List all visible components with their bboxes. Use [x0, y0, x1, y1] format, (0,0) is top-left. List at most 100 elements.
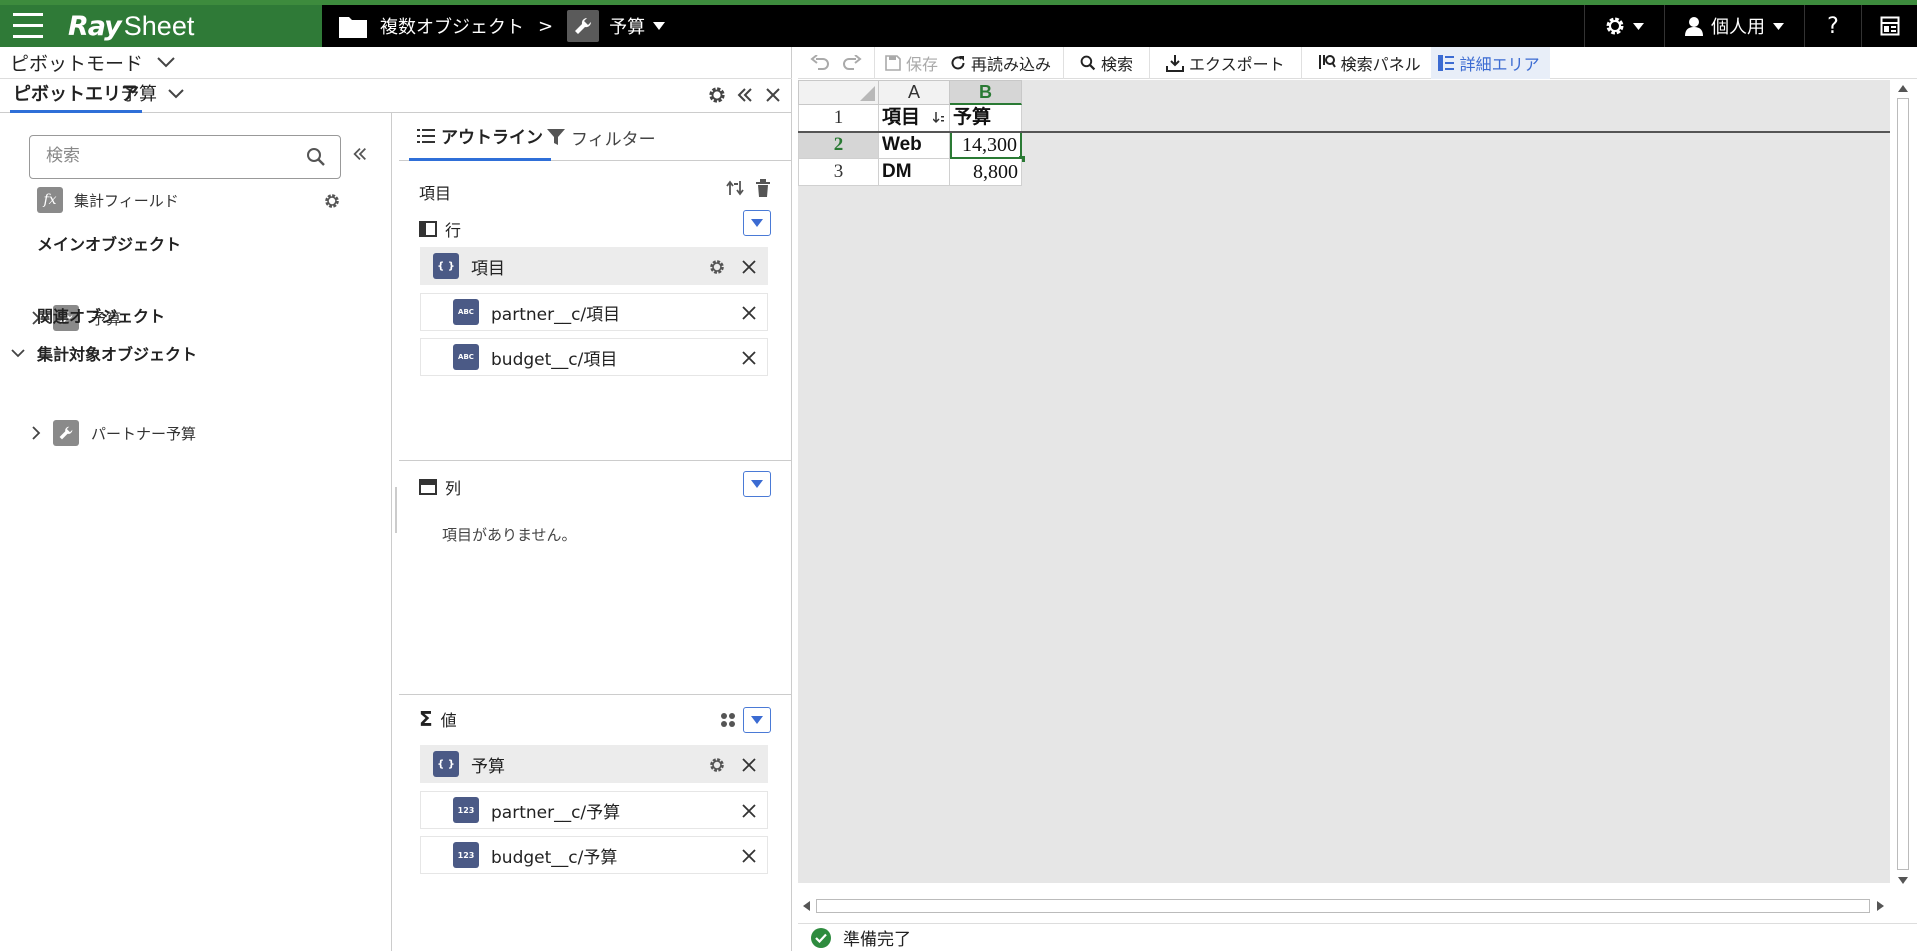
gear-icon: [1605, 16, 1625, 36]
search-icon[interactable]: [306, 147, 326, 167]
caret-down-icon: [751, 480, 763, 488]
scroll-track[interactable]: [816, 899, 1870, 913]
remove-icon[interactable]: [741, 757, 757, 773]
sheet-toolbar: 保存 再読み込み 検索 エクスポート 検索パネル 詳細エリア: [798, 46, 1917, 79]
check-circle-icon: [811, 927, 831, 948]
gear-icon[interactable]: [709, 259, 725, 275]
cell-a3[interactable]: DM: [879, 159, 950, 186]
rows-field-parent[interactable]: { } 項目: [420, 247, 768, 285]
remove-icon[interactable]: [741, 848, 757, 864]
chevron-down-icon[interactable]: [168, 89, 184, 99]
row-header-2[interactable]: 2: [798, 132, 879, 159]
undo-button[interactable]: [798, 47, 836, 79]
close-icon[interactable]: [764, 86, 782, 104]
pivot-area-name[interactable]: 予算: [121, 79, 157, 113]
columns-zone-dropdown[interactable]: [743, 471, 771, 497]
pivot-area-header: ピボットエリア 予算: [0, 79, 792, 113]
cell-a1[interactable]: 項目: [879, 105, 950, 132]
breadcrumb-caret-icon[interactable]: [653, 22, 666, 30]
detail-area-button[interactable]: 詳細エリア: [1430, 46, 1550, 79]
values-zone-label: 値: [440, 711, 457, 730]
trash-icon[interactable]: [755, 179, 771, 197]
search-input[interactable]: [30, 136, 280, 176]
export-button[interactable]: エクスポート: [1150, 47, 1301, 79]
field-list-splitter[interactable]: [392, 487, 399, 533]
user-icon: [1685, 16, 1703, 36]
object-field-icon: { }: [433, 751, 459, 777]
calc-field-label: 集計フィールド: [74, 191, 179, 210]
values-field-child[interactable]: 123 budget__c/予算: [420, 836, 768, 874]
rows-field-child[interactable]: ABC partner__c/項目: [420, 293, 768, 331]
rows-field-child[interactable]: ABC budget__c/項目: [420, 338, 768, 376]
wrench-icon: [567, 10, 600, 42]
breadcrumb-current[interactable]: 予算: [609, 13, 645, 39]
gear-icon[interactable]: [709, 757, 725, 773]
gear-icon[interactable]: [708, 86, 726, 104]
chevron-down-icon[interactable]: [11, 348, 25, 358]
cell-b2[interactable]: 14,300: [950, 131, 1022, 159]
save-button[interactable]: 保存: [875, 47, 948, 79]
reload-button[interactable]: 再読み込み: [948, 47, 1063, 79]
pivot-mode-selector[interactable]: ピボットモード: [0, 47, 792, 79]
gear-icon[interactable]: [324, 193, 340, 209]
column-header-a[interactable]: A: [879, 80, 950, 105]
text-field-icon: ABC: [453, 299, 479, 325]
layout-grid-icon[interactable]: [720, 712, 736, 728]
values-field-child[interactable]: 123 partner__c/予算: [420, 791, 768, 829]
help-icon: ?: [1827, 13, 1839, 39]
search-label: 検索: [1101, 54, 1134, 74]
chevron-right-icon[interactable]: [32, 426, 41, 440]
search-panel-button[interactable]: 検索パネル: [1302, 47, 1431, 79]
chevron-down-icon: [1773, 22, 1784, 30]
breadcrumb: 複数オブジェクト > 予算: [338, 5, 666, 47]
help-button[interactable]: ?: [1804, 5, 1861, 47]
column-header-b[interactable]: B: [950, 80, 1022, 105]
values-zone-title: Σ 値: [419, 707, 457, 731]
user-menu-button[interactable]: 個人用: [1664, 5, 1804, 47]
settings-menu-button[interactable]: [1584, 5, 1664, 47]
rows-zone-dropdown[interactable]: [743, 210, 771, 236]
cell-b1[interactable]: 予算: [950, 105, 1022, 132]
values-zone-dropdown[interactable]: [743, 707, 771, 733]
collapse-field-list-icon[interactable]: [352, 146, 368, 162]
row-header-3[interactable]: 3: [798, 159, 879, 186]
hamburger-menu-icon[interactable]: [13, 13, 43, 39]
remove-icon[interactable]: [741, 259, 757, 275]
calc-field-item[interactable]: fx 集計フィールド: [37, 184, 357, 216]
tab-filter[interactable]: フィルター: [547, 113, 656, 161]
scroll-left-icon[interactable]: [798, 898, 814, 914]
number-field-icon: 123: [453, 842, 479, 868]
collapse-panel-icon[interactable]: [736, 86, 754, 104]
remove-icon[interactable]: [741, 803, 757, 819]
scroll-track[interactable]: [1897, 98, 1909, 870]
layout-toggle-button[interactable]: [1861, 5, 1917, 47]
sort-icon[interactable]: [933, 112, 945, 124]
status-bar: 準備完了: [798, 923, 1917, 951]
remove-icon[interactable]: [741, 350, 757, 366]
tree-item-aggregate-object[interactable]: パートナー予算: [32, 420, 196, 446]
spreadsheet-grid[interactable]: A B 1 2 3 項目 予算 Web 14,300 DM 8,800: [798, 80, 1890, 883]
remove-icon[interactable]: [741, 305, 757, 321]
breadcrumb-folder[interactable]: 複数オブジェクト: [380, 13, 524, 39]
search-button[interactable]: 検索: [1064, 47, 1149, 79]
scroll-down-icon[interactable]: [1895, 872, 1911, 888]
tab-outline[interactable]: アウトライン: [409, 113, 551, 161]
aggregate-object-header-row[interactable]: 集計対象オブジェクト: [11, 341, 197, 365]
redo-button[interactable]: [836, 47, 874, 79]
select-all-corner[interactable]: [798, 80, 879, 105]
tree-item-label: パートナー予算: [91, 424, 197, 443]
swap-icon[interactable]: [726, 179, 744, 197]
vertical-scrollbar[interactable]: [1893, 80, 1913, 888]
cell-b3[interactable]: 8,800: [950, 159, 1022, 186]
top-bar: Ray Sheet 複数オブジェクト > 予算 個人用 ?: [0, 0, 1917, 47]
values-field-parent[interactable]: { } 予算: [420, 745, 768, 783]
row-header-1[interactable]: 1: [798, 105, 879, 132]
rows-zone: 項目 行 { } 項目 ABC partner__c/項目 ABC budget…: [399, 161, 792, 461]
scroll-right-icon[interactable]: [1872, 898, 1888, 914]
scroll-up-icon[interactable]: [1895, 80, 1911, 96]
columns-icon: [419, 479, 437, 495]
logo-ray-text: Ray: [68, 11, 122, 42]
horizontal-scrollbar[interactable]: [798, 895, 1890, 917]
cell-a2[interactable]: Web: [879, 132, 950, 159]
download-icon: [1166, 54, 1185, 72]
